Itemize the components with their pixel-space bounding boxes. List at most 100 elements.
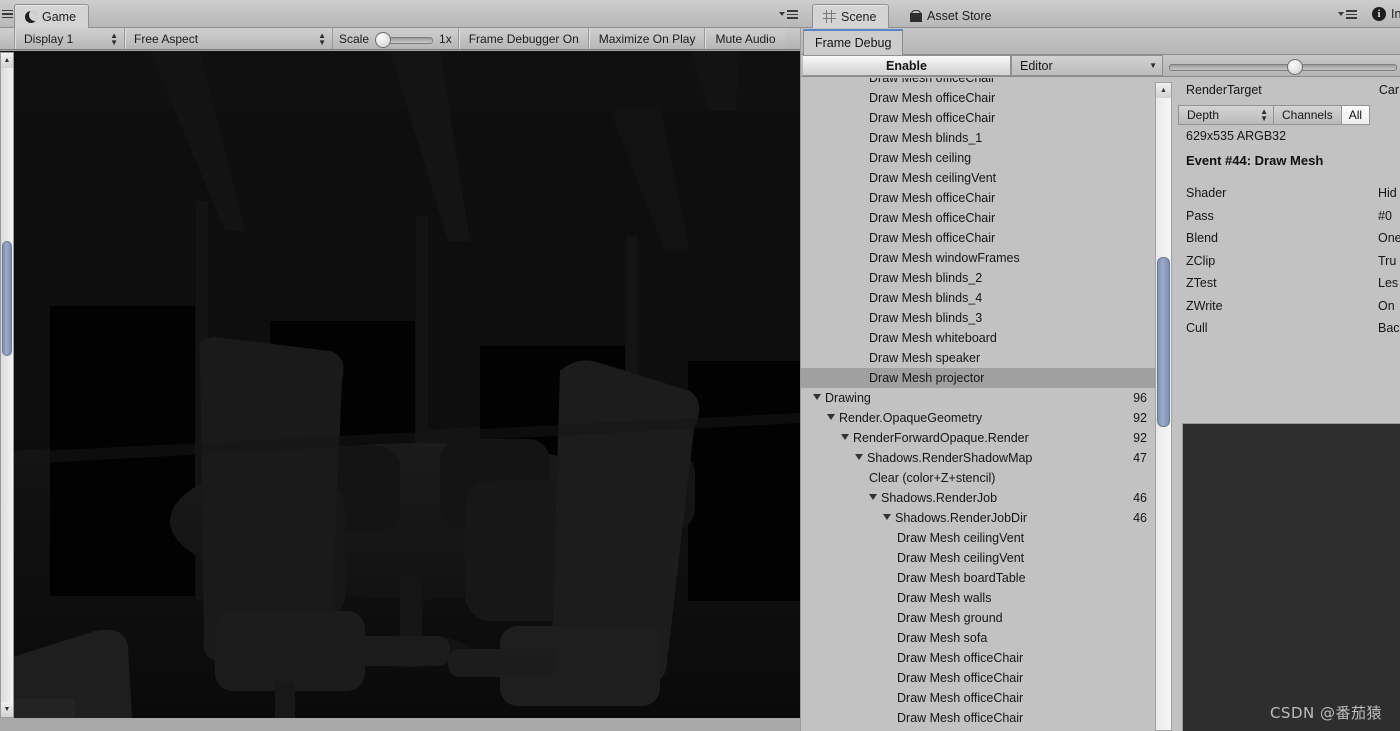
event-tree-row-label: Draw Mesh officeChair bbox=[869, 78, 996, 85]
event-tree-row[interactable]: Draw Mesh officeChair bbox=[801, 108, 1161, 128]
target-dropdown[interactable]: Editor ▼ bbox=[1011, 55, 1163, 76]
event-tree-row-label: Draw Mesh officeChair bbox=[869, 111, 996, 125]
tab-game[interactable]: Game bbox=[14, 4, 90, 28]
event-property-value: Bac bbox=[1378, 321, 1400, 335]
frame-debugger-toggle[interactable]: Frame Debugger On bbox=[458, 28, 589, 49]
event-tree-row[interactable]: Clear (color+Z+stencil) bbox=[801, 468, 1161, 488]
event-tree-row[interactable]: Draw Mesh officeChair bbox=[801, 648, 1161, 668]
event-tree-row-label: RenderForwardOpaque.Render bbox=[841, 428, 1029, 448]
event-property-value: Tru bbox=[1378, 253, 1397, 268]
scroll-thumb[interactable] bbox=[2, 241, 12, 356]
event-tree-row[interactable]: Shadows.RenderJob 46 bbox=[801, 488, 1161, 508]
event-tree-row[interactable]: Shadows.RenderShadowMap 47 bbox=[801, 448, 1161, 468]
chevron-down-icon[interactable] bbox=[813, 394, 821, 400]
game-panel-menu-icon[interactable] bbox=[779, 10, 798, 19]
event-property-value: Hid bbox=[1378, 186, 1397, 200]
event-tree-row[interactable]: Draw Mesh speaker bbox=[801, 348, 1161, 368]
info-icon: i bbox=[1372, 7, 1386, 21]
tab-scene[interactable]: Scene bbox=[812, 4, 890, 28]
render-target-preview[interactable] bbox=[1182, 423, 1400, 731]
event-tree-row-label: Draw Mesh officeChair bbox=[897, 691, 1024, 705]
frame-debug-event-tree[interactable]: Draw Mesh officeChair Draw Mesh officeCha… bbox=[801, 78, 1161, 731]
chevron-down-icon[interactable] bbox=[869, 494, 877, 500]
depth-dropdown-label: Depth bbox=[1187, 108, 1220, 122]
event-tree-scroll-thumb[interactable] bbox=[1157, 257, 1170, 427]
tab-frame-debug[interactable]: Frame Debug bbox=[803, 29, 904, 55]
event-tree-row[interactable]: Draw Mesh boardTable bbox=[801, 568, 1161, 588]
display-dropdown[interactable]: Display 1 ▲ ▼ bbox=[15, 28, 125, 49]
event-tree-row[interactable]: Draw Mesh officeChair bbox=[801, 88, 1161, 108]
event-tree-row[interactable]: Draw Mesh sofa bbox=[801, 628, 1161, 648]
channels-all-button[interactable]: All bbox=[1341, 105, 1371, 125]
event-tree-row[interactable]: Draw Mesh windowFrames bbox=[801, 248, 1161, 268]
event-tree-row[interactable]: Draw Mesh officeChair bbox=[801, 208, 1161, 228]
event-tree-row[interactable]: Draw Mesh officeChair bbox=[801, 188, 1161, 208]
event-tree-row[interactable]: Draw Mesh whiteboard bbox=[801, 328, 1161, 348]
chevron-down-icon[interactable] bbox=[883, 514, 891, 520]
tab-inspector[interactable]: i In bbox=[1368, 0, 1400, 28]
event-scrub-slider[interactable] bbox=[1169, 59, 1397, 75]
enable-button-label: Enable bbox=[886, 58, 927, 73]
channels-all-label: All bbox=[1348, 108, 1363, 122]
bottom-status-strip bbox=[0, 718, 800, 731]
event-tree-row[interactable]: RenderForwardOpaque.Render 92 bbox=[801, 428, 1161, 448]
event-property-row: Cull Bac bbox=[1186, 321, 1400, 344]
event-tree-row[interactable]: Draw Mesh ceilingVent bbox=[801, 168, 1161, 188]
aspect-dropdown[interactable]: Free Aspect ▲ ▼ bbox=[125, 28, 333, 49]
mute-audio-toggle[interactable]: Mute Audio bbox=[705, 28, 785, 49]
event-tree-row[interactable]: Draw Mesh officeChair bbox=[801, 668, 1161, 688]
game-view[interactable] bbox=[0, 51, 800, 718]
depth-dropdown[interactable]: Depth ▲ ▼ bbox=[1178, 105, 1274, 125]
event-tree-row[interactable]: Draw Mesh walls bbox=[801, 588, 1161, 608]
tab-asset-store[interactable]: Asset Store bbox=[900, 4, 1004, 28]
event-tree-row[interactable]: Drawing 96 bbox=[801, 388, 1161, 408]
event-tree-row-label: Draw Mesh whiteboard bbox=[869, 331, 997, 345]
tab-game-label: Game bbox=[42, 9, 77, 24]
event-tree-row-label: Drawing bbox=[813, 388, 871, 408]
event-tree-row-label: Draw Mesh blinds_2 bbox=[869, 271, 983, 285]
scroll-down-arrow-icon[interactable]: ▼ bbox=[1, 702, 13, 717]
scroll-up-arrow-icon[interactable]: ▲ bbox=[1156, 83, 1171, 98]
event-tree-row-label: Draw Mesh officeChair bbox=[869, 211, 996, 225]
render-target-label: RenderTarget bbox=[1186, 83, 1262, 97]
event-tree-row[interactable]: Draw Mesh officeChair bbox=[801, 688, 1161, 708]
event-tree-row[interactable]: Draw Mesh ceiling bbox=[801, 148, 1161, 168]
event-tree-row-label: Draw Mesh projector bbox=[869, 371, 985, 385]
event-tree-row[interactable]: Shadows.RenderJobDir 46 bbox=[801, 508, 1161, 528]
event-tree-row[interactable]: Draw Mesh projector bbox=[801, 368, 1161, 388]
event-tree-row[interactable]: Draw Mesh blinds_1 bbox=[801, 128, 1161, 148]
event-tree-row[interactable]: Draw Mesh blinds_4 bbox=[801, 288, 1161, 308]
game-render-image bbox=[0, 51, 800, 718]
event-tree-row[interactable]: Render.OpaqueGeometry 92 bbox=[801, 408, 1161, 428]
tab-asset-store-label: Asset Store bbox=[927, 9, 992, 23]
kebab-menu-icon[interactable] bbox=[1, 9, 13, 19]
target-dropdown-label: Editor bbox=[1020, 58, 1053, 73]
toolbar-left-gutter bbox=[0, 28, 15, 49]
event-property-key: Blend bbox=[1186, 231, 1218, 245]
scene-panel-menu-icon[interactable] bbox=[1338, 10, 1357, 19]
event-tree-row[interactable]: Draw Mesh officeChair bbox=[801, 708, 1161, 728]
left-window-menu-sliver[interactable] bbox=[0, 0, 14, 28]
event-tree-row-label: Draw Mesh boardTable bbox=[897, 571, 1026, 585]
event-tree-row[interactable]: Draw Mesh blinds_2 bbox=[801, 268, 1161, 288]
event-tree-row[interactable]: Draw Mesh blinds_3 bbox=[801, 308, 1161, 328]
event-tree-row[interactable]: Draw Mesh ceilingVent bbox=[801, 548, 1161, 568]
game-view-vertical-scrollbar[interactable]: ▲ ▼ bbox=[0, 52, 14, 718]
event-tree-row-label: Draw Mesh sofa bbox=[897, 631, 988, 645]
scroll-up-arrow-icon[interactable]: ▲ bbox=[1, 53, 13, 68]
maximize-on-play-label: Maximize On Play bbox=[598, 31, 696, 46]
scale-control[interactable]: Scale 1x bbox=[333, 28, 459, 49]
chevron-down-icon[interactable] bbox=[855, 454, 863, 460]
chevron-down-icon[interactable] bbox=[841, 434, 849, 440]
event-tree-row-label: Draw Mesh officeChair bbox=[869, 191, 996, 205]
event-tree-row[interactable]: Draw Mesh ceilingVent bbox=[801, 528, 1161, 548]
event-tree-scrollbar[interactable]: ▲ bbox=[1155, 82, 1172, 731]
event-tree-row[interactable]: Draw Mesh officeChair bbox=[801, 228, 1161, 248]
scale-slider[interactable] bbox=[375, 31, 434, 48]
maximize-on-play-toggle[interactable]: Maximize On Play bbox=[588, 28, 706, 49]
event-tree-row-label: Shadows.RenderJob bbox=[869, 488, 997, 508]
event-tree-row[interactable]: Draw Mesh officeChair bbox=[801, 78, 1161, 88]
chevron-down-icon[interactable] bbox=[827, 414, 835, 420]
enable-button[interactable]: Enable bbox=[803, 55, 1011, 76]
event-tree-row[interactable]: Draw Mesh ground bbox=[801, 608, 1161, 628]
